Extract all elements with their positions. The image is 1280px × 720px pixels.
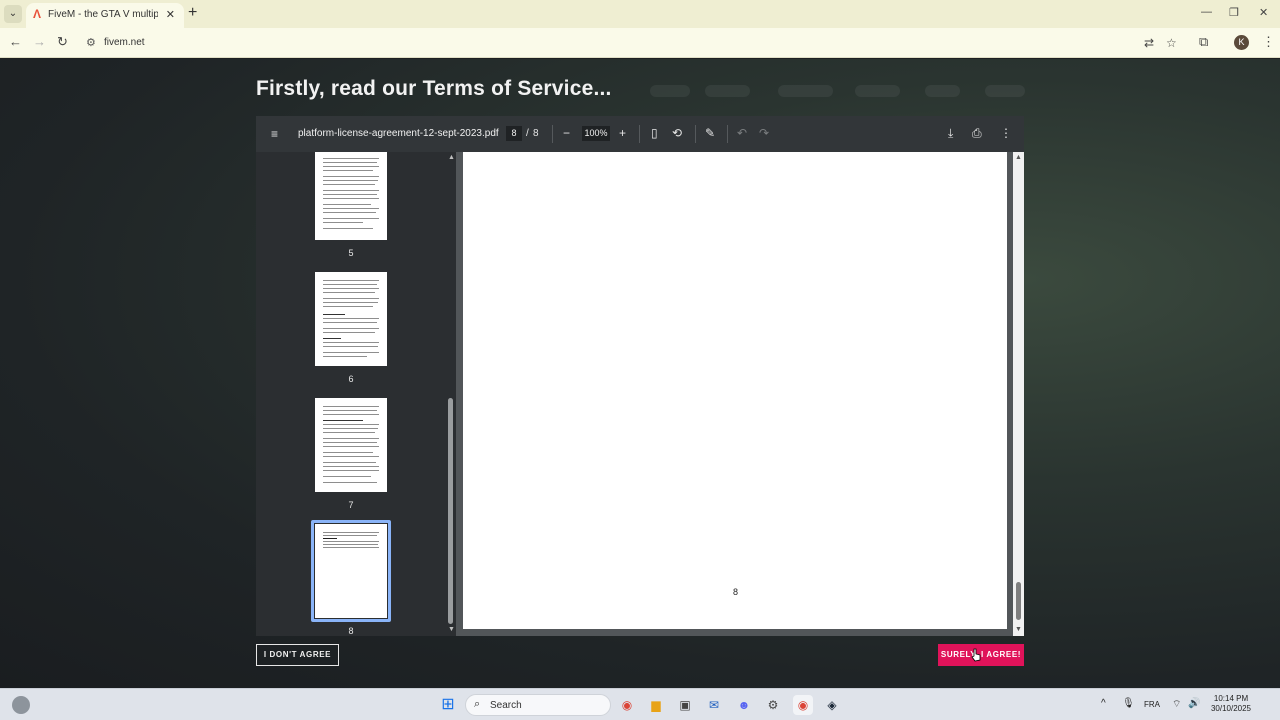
blurred-nav-item	[985, 85, 1025, 97]
discord-icon[interactable]: ☻	[734, 695, 754, 715]
tray-overflow-icon[interactable]: ^	[1101, 698, 1106, 709]
toolbar-divider	[695, 125, 696, 143]
sidebar-scroll-thumb[interactable]	[448, 398, 453, 624]
back-icon[interactable]: ←	[9, 34, 22, 49]
page-title: Firstly, read our Terms of Service...	[256, 77, 612, 100]
volume-icon[interactable]: 🔊	[1188, 698, 1200, 709]
disagree-button[interactable]: I DON'T AGREE	[256, 644, 339, 666]
start-icon[interactable]: ⊞	[438, 695, 458, 715]
rotate-icon[interactable]: ⟲	[672, 126, 682, 140]
download-icon[interactable]: ⤓	[948, 126, 953, 140]
fit-page-icon[interactable]: ▯	[651, 126, 658, 140]
pdf-page: 8	[463, 152, 1007, 629]
scroll-down-icon[interactable]: ▼	[1015, 626, 1022, 633]
redo-icon[interactable]: ↷	[759, 126, 769, 140]
undo-icon[interactable]: ↶	[737, 126, 747, 140]
document-area: 8	[456, 152, 1024, 636]
thumbnail-page-5[interactable]	[315, 152, 387, 240]
sidebar-scrollbar[interactable]: ▲ ▼	[446, 152, 456, 636]
search-icon: ⌕	[474, 698, 481, 710]
store-icon[interactable]: ▣	[675, 695, 695, 715]
site-info-icon[interactable]: ⚙	[86, 36, 96, 49]
thumbnail-label: 5	[348, 248, 354, 258]
annotate-icon[interactable]: ✎	[705, 126, 715, 140]
sidebar-menu-icon[interactable]: ≡	[271, 127, 278, 141]
tab-title: FiveM - the GTA V multiplayer	[48, 9, 158, 20]
browser-toolbar: ← → ↻ ⚙ fivem.net ⇄ ☆ ⧉ K ⋮	[0, 28, 1280, 58]
forward-icon[interactable]: →	[33, 34, 46, 49]
fivem-favicon-icon: Λ	[33, 7, 42, 21]
maximize-icon[interactable]: ❐	[1229, 6, 1239, 19]
browser-tab-fivem[interactable]: Λ FiveM - the GTA V multiplayer ✕	[26, 3, 184, 28]
thumbnail-selected-outline	[311, 520, 391, 622]
pdf-viewer: ≡ platform-license-agreement-12-sept-202…	[256, 116, 1024, 636]
microphone-icon[interactable]: 🎙	[1122, 698, 1135, 709]
page-background: Firstly, read our Terms of Service... ≡ …	[0, 59, 1280, 688]
document-scroll-thumb[interactable]	[1016, 582, 1021, 620]
zoom-input[interactable]: 100%	[582, 126, 610, 141]
blurred-nav-item	[650, 85, 690, 97]
page-footer-number: 8	[733, 587, 739, 597]
search-placeholder: Search	[490, 700, 522, 711]
app-icon[interactable]: ⚙	[763, 695, 783, 715]
windows-taskbar: ⊞ ⌕ Search ◉ ▆ ▣ ✉ ☻ ⚙ ◉ ◈ ^ 🎙 FRA ⌔ 🔊 1…	[0, 688, 1280, 720]
weather-widget-icon[interactable]	[12, 696, 30, 714]
chrome-active-icon[interactable]: ◉	[793, 695, 813, 715]
minimize-icon[interactable]: —	[1201, 6, 1212, 18]
page-separator: /	[526, 128, 529, 139]
page-number-input[interactable]: 8	[506, 126, 522, 141]
toolbar-divider	[552, 125, 553, 143]
zoom-in-icon[interactable]: +	[619, 126, 626, 140]
print-icon[interactable]: ⎙	[972, 126, 982, 140]
toolbar-divider	[639, 125, 640, 143]
blurred-nav-item	[925, 85, 960, 97]
mail-icon[interactable]: ✉	[704, 695, 724, 715]
tab-close-icon[interactable]: ✕	[166, 8, 175, 21]
toolbar-divider	[727, 125, 728, 143]
scroll-down-icon[interactable]: ▼	[448, 626, 455, 633]
address-bar[interactable]: ⚙ fivem.net ⇄ ☆	[80, 31, 1177, 55]
thumbnail-page-6[interactable]	[315, 272, 387, 366]
document-scrollbar[interactable]: ▲ ▼	[1013, 152, 1024, 636]
total-pages: 8	[533, 128, 539, 139]
steam-icon[interactable]: ◈	[822, 695, 842, 715]
profile-avatar[interactable]: K	[1234, 35, 1249, 50]
pdf-toolbar: ≡ platform-license-agreement-12-sept-202…	[256, 116, 1024, 152]
translate-icon[interactable]: ⇄	[1144, 36, 1154, 50]
zoom-out-icon[interactable]: −	[563, 126, 570, 140]
reload-icon[interactable]: ↻	[57, 34, 68, 50]
thumbnail-label: 7	[348, 500, 354, 510]
pdf-filename: platform-license-agreement-12-sept-2023.…	[298, 128, 499, 139]
browser-menu-icon[interactable]: ⋮	[1262, 34, 1275, 50]
bookmark-star-icon[interactable]: ☆	[1166, 36, 1177, 50]
thumbnail-sidebar: 5 6 7 8	[256, 152, 446, 636]
file-explorer-icon[interactable]: ▆	[646, 695, 666, 715]
url-text[interactable]: fivem.net	[104, 37, 145, 48]
thumbnail-label: 8	[348, 626, 354, 636]
blurred-nav-item	[778, 85, 833, 97]
clock-time: 10:14 PM	[1213, 694, 1249, 703]
taskbar-clock[interactable]: 10:14 PM 30/10/2025	[1206, 694, 1256, 714]
window-close-icon[interactable]: ✕	[1259, 6, 1268, 19]
extensions-icon[interactable]: ⧉	[1199, 34, 1208, 50]
tab-search-icon[interactable]: ⌄	[4, 5, 22, 23]
taskbar-search[interactable]: ⌕ Search	[465, 694, 611, 716]
language-indicator[interactable]: FRA	[1144, 700, 1160, 709]
clock-date: 30/10/2025	[1210, 704, 1252, 713]
agree-button[interactable]: SURELY, I AGREE!	[938, 644, 1024, 666]
new-tab-button[interactable]: +	[188, 4, 197, 22]
scroll-up-icon[interactable]: ▲	[1015, 154, 1022, 161]
thumbnail-page-7[interactable]	[315, 398, 387, 492]
chrome-icon[interactable]: ◉	[617, 695, 637, 715]
scroll-up-icon[interactable]: ▲	[448, 154, 455, 161]
hand-cursor-icon	[971, 648, 981, 662]
wifi-icon[interactable]: ⌔	[1172, 698, 1181, 711]
browser-tab-strip: ⌄ Λ FiveM - the GTA V multiplayer ✕ + — …	[0, 0, 1280, 28]
more-actions-icon[interactable]: ⋮	[1000, 126, 1012, 140]
blurred-nav-item	[705, 85, 750, 97]
thumbnail-label: 6	[348, 374, 354, 384]
blurred-nav-item	[855, 85, 900, 97]
